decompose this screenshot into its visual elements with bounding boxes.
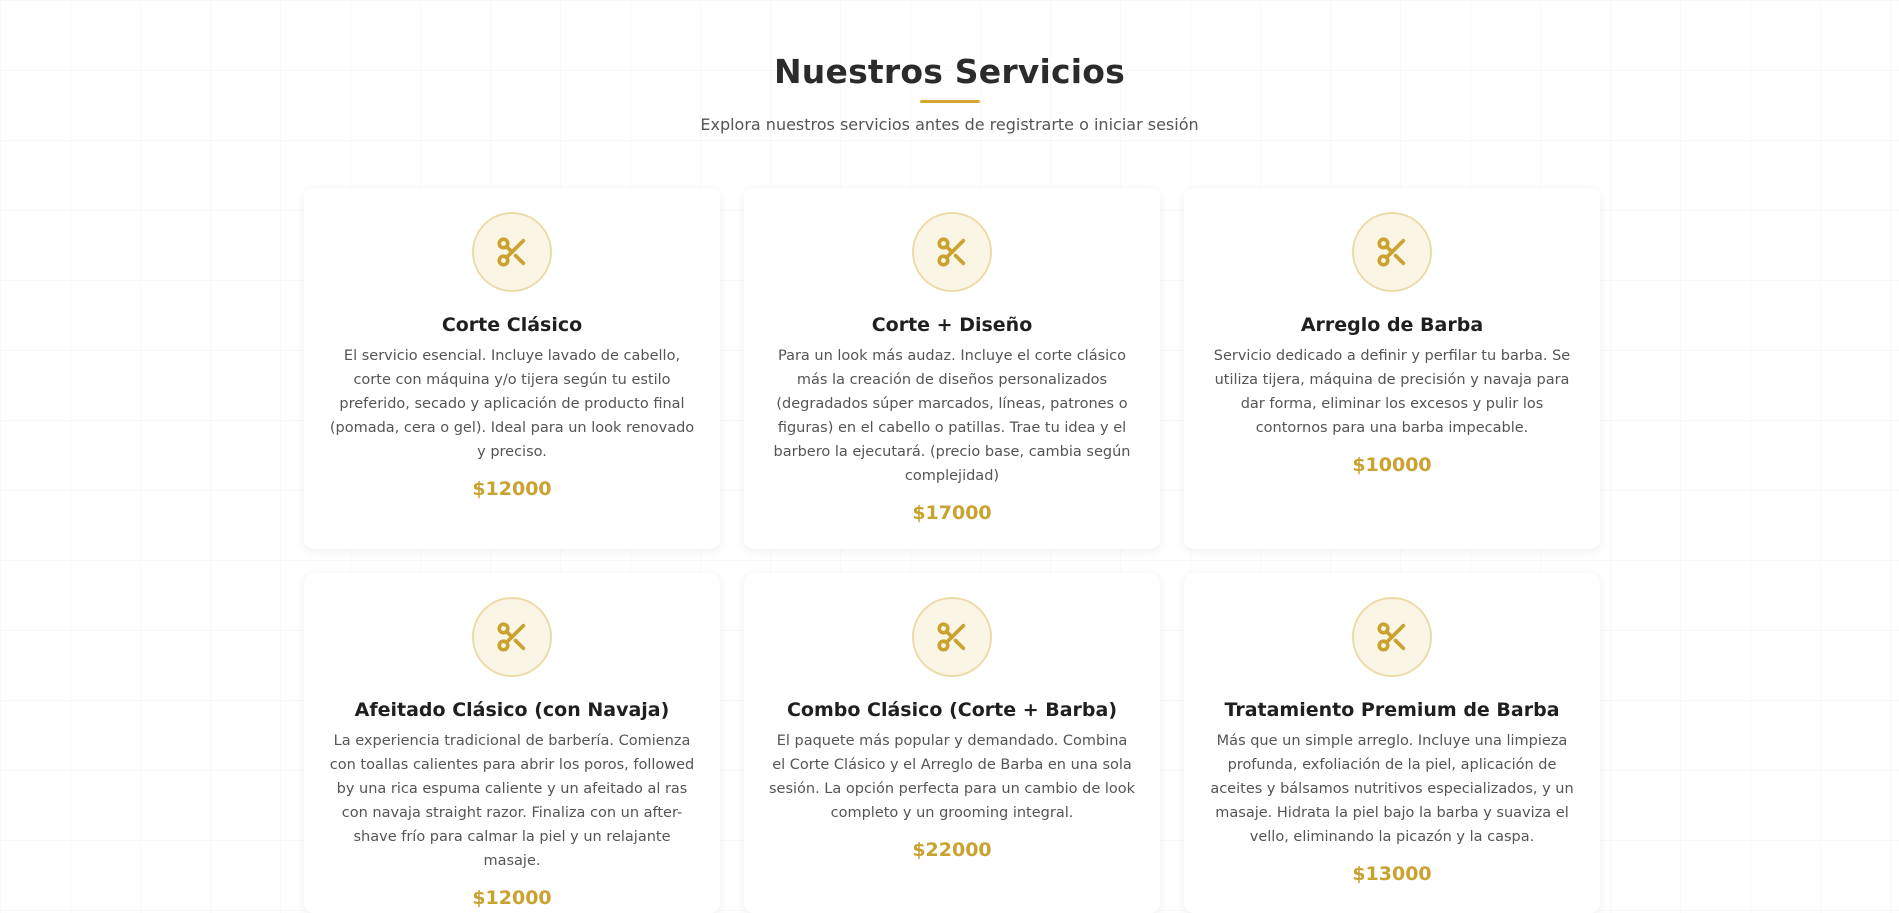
scissors-icon (497, 622, 526, 652)
title-underline (920, 100, 980, 103)
service-price: $12000 (472, 887, 552, 909)
service-title: Afeitado Clásico (con Navaja) (354, 699, 670, 721)
service-price: $22000 (912, 839, 992, 861)
section-title: Nuestros Servicios (773, 52, 1126, 91)
scissors-icon (937, 237, 966, 267)
service-card-corte-diseno[interactable]: Corte + Diseño Para un look más audaz. I… (744, 188, 1160, 549)
icon-circle (1352, 597, 1432, 677)
service-description: La experiencia tradicional de barbería. … (329, 733, 695, 869)
service-title: Corte + Diseño (871, 314, 1033, 336)
icon-circle (912, 212, 992, 292)
service-title: Tratamiento Premium de Barba (1224, 699, 1560, 721)
service-price: $12000 (472, 478, 552, 500)
service-card-afeitado-clasico[interactable]: Afeitado Clásico (con Navaja) La experie… (304, 573, 720, 913)
scissors-icon (497, 237, 526, 267)
service-description: Para un look más audaz. Incluye el corte… (773, 348, 1131, 484)
service-card-arreglo-barba[interactable]: Arreglo de Barba Servicio dedicado a def… (1184, 188, 1600, 549)
scissors-icon (937, 622, 966, 652)
icon-circle (472, 212, 552, 292)
section-subtitle: Explora nuestros servicios antes de regi… (700, 115, 1199, 134)
icon-circle (1352, 212, 1432, 292)
service-card-combo-clasico[interactable]: Combo Clásico (Corte + Barba) El paquete… (744, 573, 1160, 913)
scissors-icon (1377, 237, 1406, 267)
service-price: $13000 (1352, 863, 1432, 885)
service-title: Combo Clásico (Corte + Barba) (786, 699, 1118, 721)
service-description: El paquete más popular y demandado. Comb… (768, 733, 1136, 821)
service-description: Servicio dedicado a definir y perfilar t… (1213, 348, 1571, 436)
service-price: $17000 (912, 502, 992, 524)
service-title: Arreglo de Barba (1300, 314, 1484, 336)
service-card-tratamiento-premium[interactable]: Tratamiento Premium de Barba Más que un … (1184, 573, 1600, 913)
scissors-icon (1377, 622, 1406, 652)
icon-circle (472, 597, 552, 677)
service-price: $10000 (1352, 454, 1432, 476)
service-description: Más que un simple arreglo. Incluye una l… (1210, 733, 1574, 845)
service-description: El servicio esencial. Incluye lavado de … (329, 348, 695, 460)
service-card-corte-clasico[interactable]: Corte Clásico El servicio esencial. Incl… (304, 188, 720, 549)
service-title: Corte Clásico (441, 314, 583, 336)
icon-circle (912, 597, 992, 677)
